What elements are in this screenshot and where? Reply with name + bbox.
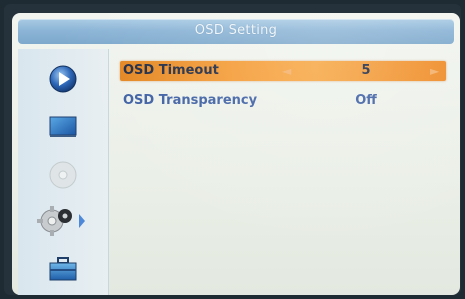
sidebar-item-play[interactable] — [18, 57, 108, 101]
setting-label: OSD Timeout — [123, 63, 219, 78]
setting-row-osd-transparency[interactable]: OSD Transparency Off — [120, 91, 446, 111]
setting-value: 5 — [361, 63, 371, 78]
title-bar: OSD Setting — [18, 19, 454, 44]
disc-icon — [49, 161, 77, 189]
sidebar-item-system[interactable] — [18, 199, 108, 243]
setting-value: Off — [355, 93, 377, 108]
toolbox-icon — [49, 257, 77, 281]
tv-frame: OSD Setting OSD Timeout ◄ 5 ► OSD Transp… — [4, 4, 461, 295]
sidebar-item-picture[interactable] — [18, 105, 108, 149]
arrow-left-icon[interactable]: ◄ — [282, 64, 291, 78]
page-title: OSD Setting — [194, 23, 278, 38]
play-icon — [49, 65, 77, 93]
sidebar-item-media[interactable] — [18, 153, 108, 197]
sidebar-item-tools[interactable] — [18, 247, 108, 291]
setting-label: OSD Transparency — [123, 93, 258, 108]
settings-panel: OSD Timeout ◄ 5 ► OSD Transparency Off — [110, 49, 456, 295]
sidebar-menu — [18, 49, 109, 295]
arrow-right-icon[interactable]: ► — [430, 64, 439, 78]
settings-gear-icon — [37, 206, 85, 236]
osd-screen: OSD Setting OSD Timeout ◄ 5 ► OSD Transp… — [12, 13, 460, 295]
setting-row-osd-timeout[interactable]: OSD Timeout ◄ 5 ► — [120, 61, 446, 81]
tv-screen-icon — [49, 116, 77, 137]
